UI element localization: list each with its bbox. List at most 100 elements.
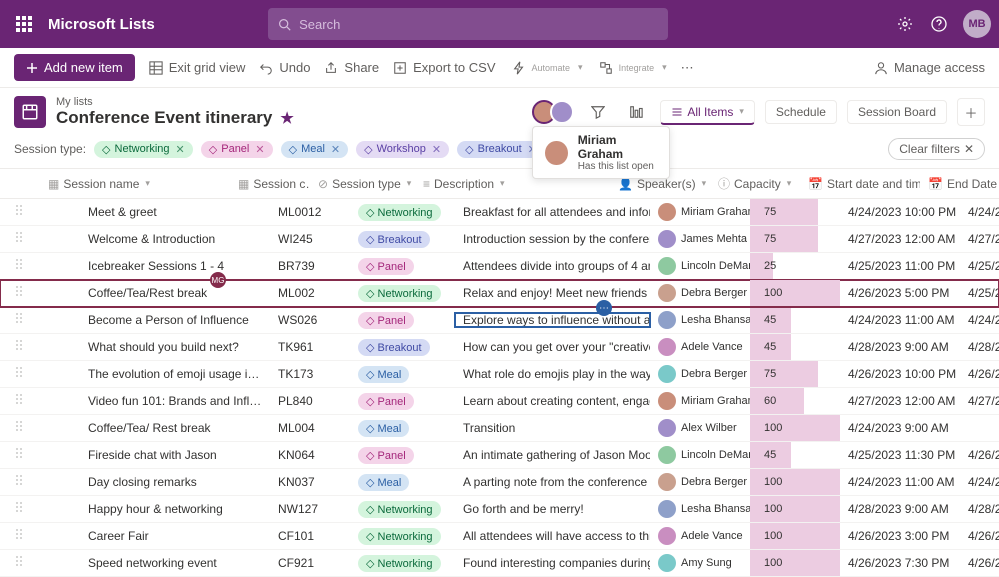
table-row[interactable]: Icebreaker Sessions 1 - 4BR739◇ PanelAtt… bbox=[0, 253, 999, 280]
cell-speaker[interactable]: James Mehta bbox=[650, 230, 750, 248]
cell-session-name[interactable]: Day closing remarks bbox=[80, 475, 270, 489]
table-row[interactable]: Coffee/Tea/ Rest breakML004◇ MealTransit… bbox=[0, 415, 999, 442]
chip-remove-icon[interactable]: ✕ bbox=[432, 143, 441, 156]
cell-session-name[interactable]: Coffee/Tea/ Rest break bbox=[80, 421, 270, 435]
drag-handle[interactable] bbox=[0, 394, 40, 408]
cell-end[interactable]: 4/26/2023 8:30 F bbox=[960, 556, 999, 570]
breadcrumb[interactable]: My lists bbox=[56, 96, 294, 108]
filter-chip-meal[interactable]: ◇ Meal✕ bbox=[281, 141, 349, 158]
cell-speaker[interactable]: Adele Vance bbox=[650, 338, 750, 356]
cell-session-type[interactable]: ◇ Meal bbox=[350, 366, 455, 383]
drag-handle[interactable] bbox=[0, 205, 40, 219]
search-input[interactable] bbox=[299, 17, 658, 32]
cell-end[interactable]: 4/28/2023 10:00 bbox=[960, 502, 999, 516]
drag-handle[interactable] bbox=[0, 232, 40, 246]
cell-session-name[interactable]: Speed networking event bbox=[80, 556, 270, 570]
cell-session-type[interactable]: ◇ Panel bbox=[350, 258, 455, 275]
cell-description[interactable]: Attendees divide into groups of 4 and pl… bbox=[455, 259, 650, 273]
cell-capacity[interactable]: 75 bbox=[750, 199, 840, 225]
cell-session-type[interactable]: ◇ Meal bbox=[350, 474, 455, 491]
filter-chip-panel[interactable]: ◇ Panel✕ bbox=[201, 141, 273, 158]
automate-button[interactable]: Automate bbox=[512, 61, 583, 75]
chip-remove-icon[interactable]: ✕ bbox=[331, 143, 340, 156]
cell-speaker[interactable]: Debra Berger bbox=[650, 365, 750, 383]
clear-filters-button[interactable]: Clear filters✕ bbox=[888, 138, 985, 160]
cell-speaker[interactable]: Lincoln DeMaris bbox=[650, 446, 750, 464]
drag-handle[interactable] bbox=[0, 529, 40, 543]
cell-session-code[interactable]: TK173 bbox=[270, 367, 350, 381]
cell-description[interactable]: All attendees will have access to this c… bbox=[455, 529, 650, 543]
column-header-start[interactable]: 📅Start date and time▾ bbox=[800, 177, 920, 191]
table-row[interactable]: Fireside chat with JasonKN064◇ PanelAn i… bbox=[0, 442, 999, 469]
column-header-session-type[interactable]: ⊘Session type▾ bbox=[310, 177, 415, 191]
cell-speaker[interactable]: Lesha Bhansali bbox=[650, 500, 750, 518]
cell-end[interactable]: 4/25/2023 10:00 bbox=[960, 286, 999, 300]
exit-grid-view-button[interactable]: Exit grid view bbox=[149, 60, 246, 75]
cell-speaker[interactable]: Miriam Graham bbox=[650, 392, 750, 410]
cell-capacity[interactable]: 100 bbox=[750, 469, 840, 495]
cell-capacity[interactable]: 100 bbox=[750, 550, 840, 576]
cell-capacity[interactable]: 100 bbox=[750, 280, 840, 306]
filter-chip-workshop[interactable]: ◇ Workshop✕ bbox=[356, 141, 449, 158]
cell-speaker[interactable]: Alex Wilber bbox=[650, 419, 750, 437]
search-box[interactable] bbox=[268, 8, 668, 40]
chip-remove-icon[interactable]: ✕ bbox=[255, 143, 264, 156]
cell-session-type[interactable]: ◇ Networking bbox=[350, 555, 455, 572]
cell-start[interactable]: 4/25/2023 11:30 PM bbox=[840, 448, 960, 462]
cell-capacity[interactable]: 75 bbox=[750, 361, 840, 387]
cell-session-name[interactable]: Welcome & Introduction bbox=[80, 232, 270, 246]
column-header-session-code[interactable]: ▦Session c…▾ bbox=[230, 177, 310, 191]
cell-description[interactable]: Learn about creating content, engaging f… bbox=[455, 394, 650, 408]
cell-start[interactable]: 4/26/2023 5:00 PM bbox=[840, 286, 960, 300]
cell-start[interactable]: 4/28/2023 9:00 AM bbox=[840, 502, 960, 516]
table-row[interactable]: What should you build next?TK961◇ Breako… bbox=[0, 334, 999, 361]
cell-end[interactable]: 4/24/2023 11:00 bbox=[960, 205, 999, 219]
cell-end[interactable]: 4/28/2023 10:00 bbox=[960, 340, 999, 354]
cell-capacity[interactable]: 100 bbox=[750, 496, 840, 522]
cell-end[interactable]: 4/25/2023 12:00 bbox=[960, 259, 999, 273]
cell-speaker[interactable]: Lesha Bhansali bbox=[650, 311, 750, 329]
drag-handle[interactable] bbox=[0, 475, 40, 489]
cell-description[interactable]: A parting note from the conference host … bbox=[455, 475, 650, 489]
chip-remove-icon[interactable]: ✕ bbox=[176, 143, 185, 156]
cell-end[interactable]: 4/24/2023 12:00 bbox=[960, 313, 999, 327]
table-row[interactable]: Video fun 101: Brands and Infl…PL840◇ Pa… bbox=[0, 388, 999, 415]
cell-end[interactable]: 4/26/2023 4:00 F bbox=[960, 529, 999, 543]
cell-session-type[interactable]: ◇ Networking bbox=[350, 528, 455, 545]
cell-speaker[interactable]: Adele Vance bbox=[650, 527, 750, 545]
app-launcher-icon[interactable] bbox=[8, 8, 40, 40]
add-new-item-button[interactable]: Add new item bbox=[14, 54, 135, 81]
cell-description[interactable]: Relax and enjoy! Meet new friends and ta… bbox=[455, 286, 650, 300]
settings-icon[interactable] bbox=[895, 14, 915, 34]
cell-session-type[interactable]: ◇ Panel bbox=[350, 393, 455, 410]
manage-access-button[interactable]: Manage access bbox=[874, 60, 985, 75]
presence-avatar[interactable] bbox=[550, 100, 574, 124]
table-row[interactable]: Meet & greetML0012◇ NetworkingBreakfast … bbox=[0, 199, 999, 226]
cell-session-code[interactable]: TK961 bbox=[270, 340, 350, 354]
cell-session-name[interactable]: What should you build next? bbox=[80, 340, 270, 354]
cell-start[interactable]: 4/25/2023 11:00 PM bbox=[840, 259, 960, 273]
cell-end[interactable]: 4/27/2023 1:00 A bbox=[960, 394, 999, 408]
more-button[interactable]: ⋯ bbox=[681, 60, 694, 76]
cell-capacity[interactable]: 100 bbox=[750, 415, 840, 441]
undo-button[interactable]: Undo bbox=[259, 60, 310, 75]
drag-handle[interactable] bbox=[0, 340, 40, 354]
cell-start[interactable]: 4/28/2023 9:00 AM bbox=[840, 340, 960, 354]
table-row[interactable]: Welcome & IntroductionWI245◇ BreakoutInt… bbox=[0, 226, 999, 253]
cell-start[interactable]: 4/27/2023 12:00 AM bbox=[840, 394, 960, 408]
cell-session-name[interactable]: Career Fair bbox=[80, 529, 270, 543]
cell-session-code[interactable]: ML002 bbox=[270, 286, 350, 300]
cell-description[interactable]: How can you get over your "creative bloc… bbox=[455, 340, 650, 354]
cell-session-type[interactable]: ◇ Panel bbox=[350, 312, 455, 329]
cell-session-name[interactable]: Video fun 101: Brands and Infl… bbox=[80, 394, 270, 408]
cell-session-type[interactable]: ◇ Networking bbox=[350, 501, 455, 518]
cell-speaker[interactable]: Debra Berger bbox=[650, 473, 750, 491]
table-row[interactable]: Happy hour & networkingNW127◇ Networking… bbox=[0, 496, 999, 523]
cell-session-type[interactable]: ◇ Networking bbox=[350, 285, 455, 302]
view-session-board[interactable]: Session Board bbox=[847, 100, 947, 124]
cell-description[interactable]: Transition bbox=[455, 421, 650, 435]
view-schedule[interactable]: Schedule bbox=[765, 100, 837, 124]
export-csv-button[interactable]: Export to CSV bbox=[393, 60, 495, 75]
cell-session-name[interactable]: Coffee/Tea/Rest break bbox=[80, 286, 270, 300]
cell-capacity[interactable]: 25 bbox=[750, 253, 840, 279]
